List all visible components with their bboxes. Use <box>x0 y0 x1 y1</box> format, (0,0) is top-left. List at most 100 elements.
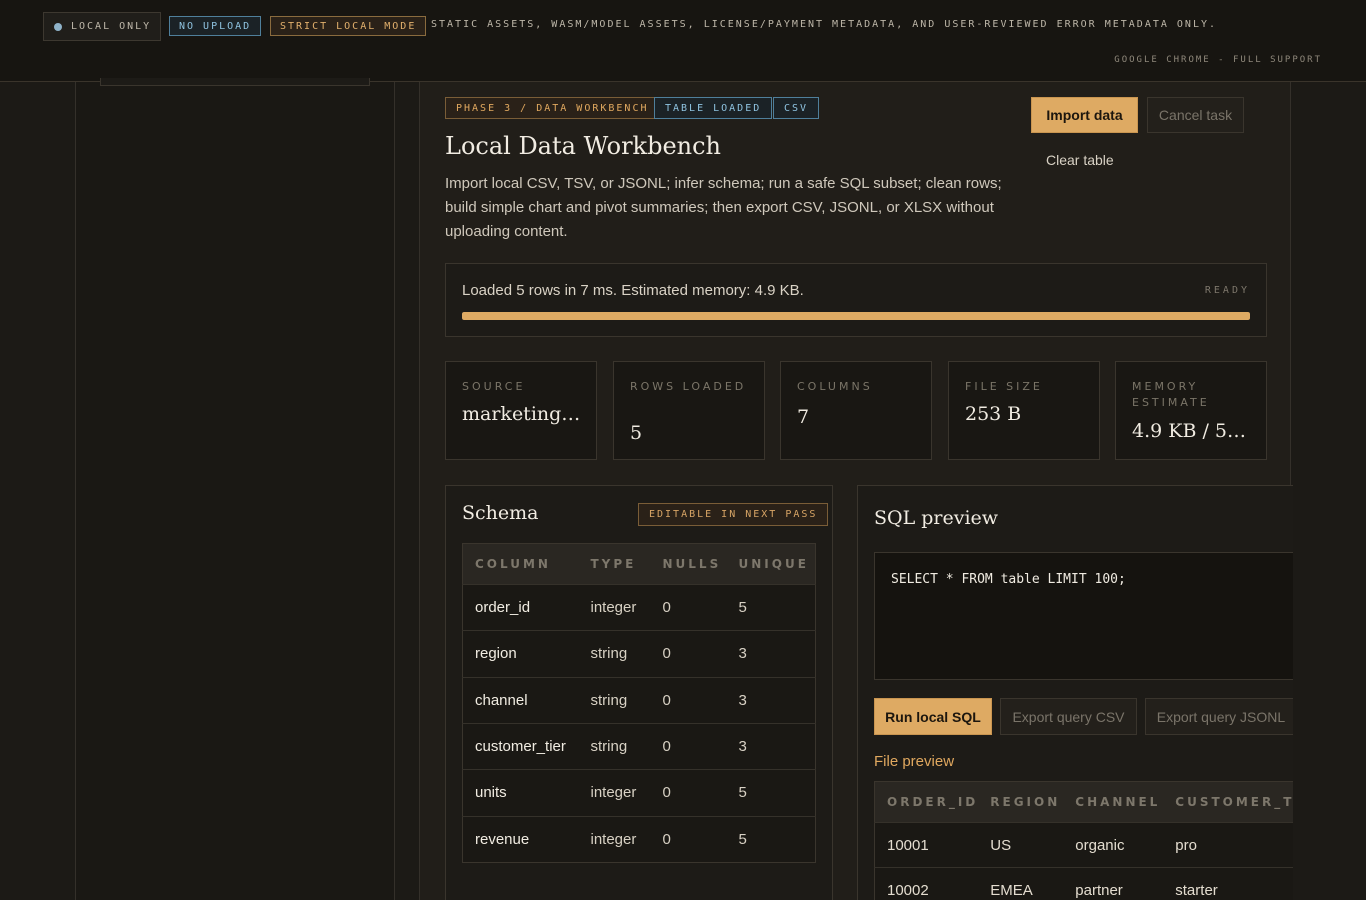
cell: 10002 <box>874 867 979 900</box>
cell: pro <box>1163 822 1293 868</box>
local-only-badge: LOCAL ONLY <box>43 12 162 41</box>
column-header: ORDER_ID <box>874 781 979 823</box>
column-header: NULLS <box>650 543 727 585</box>
cell: 0 <box>650 630 727 678</box>
stat-label: MEMORY ESTIMATE <box>1132 380 1210 409</box>
file-preview-table: ORDER_ID REGION CHANNEL CUSTOMER_TIER 10… <box>874 781 1293 900</box>
cell: string <box>578 722 651 770</box>
status-dot-icon <box>54 22 62 31</box>
file-preview-label: File preview <box>874 753 955 770</box>
schema-panel: Schema EDITABLE IN NEXT PASS COLUMN TYPE… <box>445 485 833 900</box>
page-title: Local Data Workbench <box>445 132 721 160</box>
cell: 0 <box>650 722 727 770</box>
cell: region <box>462 630 579 678</box>
stat-value: 253 B <box>965 403 1022 425</box>
schema-table: COLUMN TYPE NULLS UNIQUE order_id intege… <box>462 543 816 863</box>
cell: 5 <box>726 583 816 631</box>
stat-value: 7 <box>797 406 810 428</box>
cancel-task-button[interactable]: Cancel task <box>1147 97 1244 133</box>
stat-card-memory: MEMORY ESTIMATE 4.9 KB / 51... <box>1115 361 1267 460</box>
schema-badge: EDITABLE IN NEXT PASS <box>638 503 829 526</box>
cell: customer_tier <box>462 722 579 770</box>
column-header: CUSTOMER_TIER <box>1163 781 1293 823</box>
sidebar-panel <box>100 78 370 86</box>
cell: order_id <box>462 583 579 631</box>
column-header: COLUMN <box>462 543 579 585</box>
stat-label: COLUMNS <box>797 380 873 393</box>
cell: 5 <box>726 769 816 817</box>
column-header: CHANNEL <box>1063 781 1164 823</box>
page-description: Import local CSV, TSV, or JSONL; infer s… <box>445 175 1002 240</box>
format-tag: CSV <box>773 97 820 119</box>
import-data-button[interactable]: Import data <box>1031 97 1138 133</box>
sidebar <box>75 78 395 900</box>
cell: integer <box>578 815 651 863</box>
cell: 0 <box>650 769 727 817</box>
load-status-panel: Loaded 5 rows in 7 ms. Estimated memory:… <box>445 263 1267 337</box>
export-query-csv-button[interactable]: Export query CSV <box>1000 698 1137 735</box>
no-upload-badge: NO UPLOAD <box>169 16 262 36</box>
stat-card-source: SOURCE marketing-... <box>445 361 597 460</box>
stat-value: 5 <box>630 422 643 444</box>
stat-value: 4.9 KB / 51... <box>1132 420 1254 442</box>
status-badge: READY <box>1204 285 1250 296</box>
cell: 3 <box>726 676 816 724</box>
cell: organic <box>1063 822 1164 868</box>
status-message: Loaded 5 rows in 7 ms. Estimated memory:… <box>462 282 804 299</box>
table-row[interactable]: channel string 0 3 <box>462 676 816 724</box>
sql-panel: SQL preview SELECT * FROM table LIMIT 10… <box>857 485 1293 900</box>
table-row[interactable]: region string 0 3 <box>462 630 816 678</box>
browser-support-text: GOOGLE CHROME - FULL SUPPORT <box>1114 55 1322 65</box>
main-panel: PHASE 3 / DATA WORKBENCH TABLE LOADED CS… <box>419 82 1293 900</box>
sql-editor[interactable]: SELECT * FROM table LIMIT 100; <box>874 552 1293 680</box>
local-only-label: LOCAL ONLY <box>71 21 152 32</box>
progress-fill <box>462 312 1250 320</box>
policy-text: STATIC ASSETS, WASM/MODEL ASSETS, LICENS… <box>431 19 1218 30</box>
stat-value: marketing-... <box>462 403 584 425</box>
stat-card-columns: COLUMNS 7 <box>780 361 932 460</box>
cell: integer <box>578 583 651 631</box>
cell: partner <box>1063 867 1164 900</box>
progress-bar <box>462 312 1250 320</box>
column-header: TYPE <box>578 543 651 585</box>
schema-title: Schema <box>462 502 539 524</box>
cell: string <box>578 676 651 724</box>
cell: channel <box>462 676 579 724</box>
stat-card-file-size: FILE SIZE 253 B <box>948 361 1100 460</box>
phase-tag: PHASE 3 / DATA WORKBENCH <box>445 97 660 119</box>
cell: 0 <box>650 583 727 631</box>
stat-label: SOURCE <box>462 380 526 393</box>
table-row[interactable]: units integer 0 5 <box>462 769 816 817</box>
table-row[interactable]: customer_tier string 0 3 <box>462 722 816 770</box>
column-header: UNIQUE <box>726 543 816 585</box>
cell: starter <box>1163 867 1293 900</box>
table-row[interactable]: order_id integer 0 5 <box>462 583 816 631</box>
stat-label: ROWS LOADED <box>630 380 747 393</box>
cell: EMEA <box>978 867 1064 900</box>
cell: integer <box>578 769 651 817</box>
stat-card-rows: ROWS LOADED 5 <box>613 361 765 460</box>
cell: string <box>578 630 651 678</box>
stat-label: FILE SIZE <box>965 380 1043 393</box>
table-row[interactable]: 10002 EMEA partner starter <box>874 867 1293 900</box>
table-header-row: ORDER_ID REGION CHANNEL CUSTOMER_TIER <box>874 781 1293 823</box>
policy-banner: LOCAL ONLY NO UPLOAD STRICT LOCAL MODE S… <box>0 0 1366 82</box>
cell: 0 <box>650 815 727 863</box>
strict-mode-badge: STRICT LOCAL MODE <box>270 16 427 36</box>
cell: revenue <box>462 815 579 863</box>
table-row[interactable]: 10001 US organic pro <box>874 822 1293 868</box>
column-header: REGION <box>978 781 1064 823</box>
run-sql-button[interactable]: Run local SQL <box>874 698 992 735</box>
cell: 3 <box>726 722 816 770</box>
table-loaded-tag: TABLE LOADED <box>654 97 773 119</box>
cell: 3 <box>726 630 816 678</box>
cell: 10001 <box>874 822 979 868</box>
table-row[interactable]: revenue integer 0 5 <box>462 815 816 863</box>
table-header-row: COLUMN TYPE NULLS UNIQUE <box>462 543 816 585</box>
cell: 0 <box>650 676 727 724</box>
cell: units <box>462 769 579 817</box>
clear-table-button[interactable]: Clear table <box>1046 152 1114 168</box>
export-query-jsonl-button[interactable]: Export query JSONL <box>1145 698 1293 735</box>
cell: 5 <box>726 815 816 863</box>
sql-title: SQL preview <box>874 507 999 529</box>
